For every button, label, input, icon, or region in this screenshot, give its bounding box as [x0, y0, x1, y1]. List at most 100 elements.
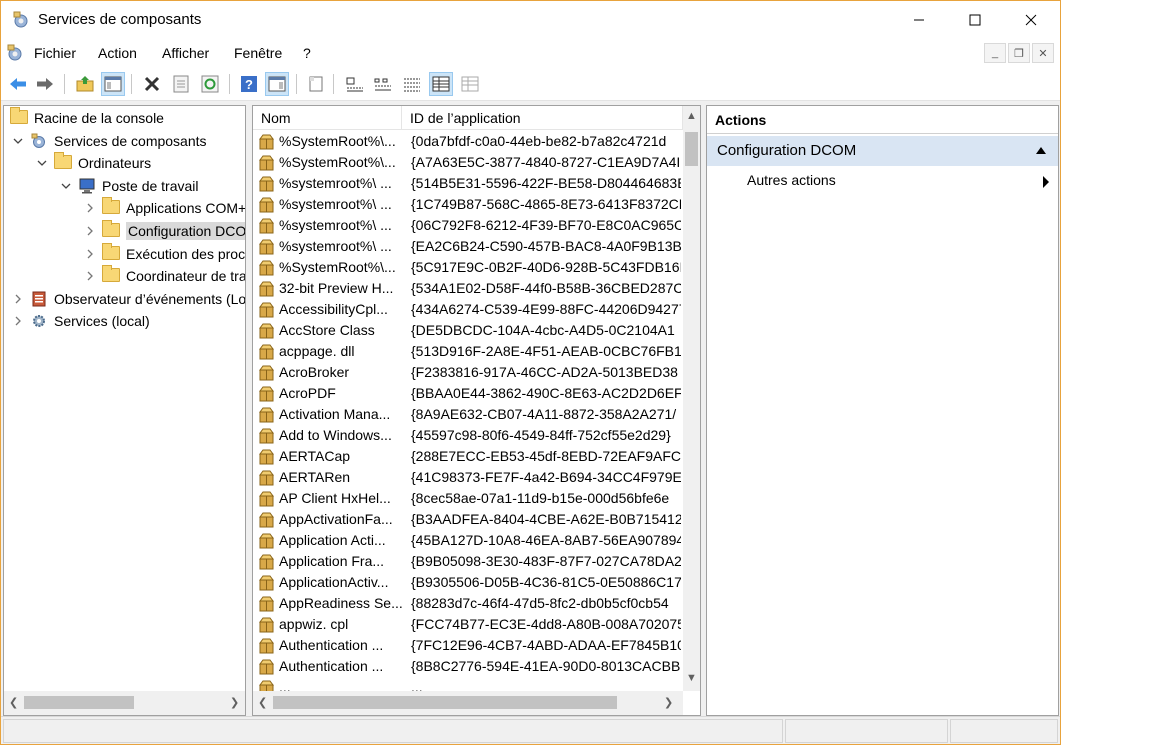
tree-item-dcom-config[interactable]: Configuration DCOM [84, 220, 245, 242]
menu-action[interactable]: Action [98, 45, 137, 61]
list-vertical-scrollbar[interactable]: ▲ ▼ [683, 106, 700, 691]
list-row[interactable]: Authentication ... {7FC12E96-4CB7-4ABD-AD… [253, 635, 681, 656]
small-icons-view-button[interactable] [371, 72, 395, 96]
row-app-id: {A7A63E5C-3877-4840-8727-C1EA9D7A4I [411, 154, 681, 170]
scroll-thumb[interactable] [24, 696, 134, 709]
scroll-right-icon[interactable]: ❯ [664, 696, 673, 709]
chevron-right-icon[interactable] [84, 270, 96, 282]
close-button[interactable] [1003, 1, 1059, 39]
scroll-left-icon[interactable]: ❮ [258, 696, 267, 709]
delete-button[interactable] [140, 72, 164, 96]
properties-button[interactable] [169, 72, 193, 96]
collapse-arrow-icon[interactable] [1036, 147, 1046, 154]
list-row[interactable]: %SystemRoot%\... {5C917E9C-0B2F-40D6-928B… [253, 257, 681, 278]
chevron-right-icon[interactable] [12, 293, 24, 305]
refresh-button[interactable] [198, 72, 222, 96]
scroll-up-icon[interactable]: ▲ [686, 110, 697, 122]
column-header-name[interactable]: Nom [253, 106, 402, 130]
menu-help[interactable]: ? [303, 45, 311, 61]
list-row[interactable]: AppActivationFa... {B3AADFEA-8404-4CBE-A6… [253, 509, 681, 530]
up-one-level-button[interactable] [73, 72, 97, 96]
row-app-id: {7FC12E96-4CB7-4ABD-ADAA-EF7845B10 [411, 637, 681, 653]
minimize-button[interactable] [891, 1, 947, 39]
chevron-right-icon[interactable] [84, 202, 96, 214]
list-row[interactable]: appwiz. cpl {FCC74B77-EC3E-4dd8-A80B-008A… [253, 614, 681, 635]
mdi-minimize-button[interactable]: _ [984, 43, 1006, 63]
tree-item-component-services[interactable]: Services de composants [12, 130, 207, 152]
tree-horizontal-scrollbar[interactable]: ❮ ❯ [4, 691, 245, 715]
maximize-button[interactable] [947, 1, 1003, 39]
list-row[interactable]: Authentication ... {8B8C2776-594E-41EA-90… [253, 656, 681, 677]
forward-button[interactable] [33, 72, 57, 96]
list-row[interactable]: AP Client HxHel... {8cec58ae-07a1-11d9-b1… [253, 488, 681, 509]
help-button[interactable]: ? [237, 72, 261, 96]
dcom-application-icon [258, 280, 275, 297]
list-row[interactable]: AccStore Class {DE5DBCDC-104A-4cbc-A4D5-0… [253, 320, 681, 341]
scroll-left-icon[interactable]: ❮ [9, 696, 18, 709]
column-header-app-id[interactable]: ID de l’application [402, 106, 683, 130]
list-row[interactable]: 32-bit Preview H... {534A1E02-D58F-44f0-B… [253, 278, 681, 299]
list-row[interactable]: %systemroot%\ ... {1C749B87-568C-4865-8E7… [253, 194, 681, 215]
tree-item-event-viewer[interactable]: Observateur d’événements (Local) [12, 288, 245, 310]
chevron-down-icon[interactable] [36, 157, 48, 169]
tree-item-my-computer[interactable]: Poste de travail [60, 175, 199, 197]
list-row[interactable]: %systemroot%\ ... {EA2C6B24-C590-457B-BAC… [253, 236, 681, 257]
mdi-restore-button[interactable]: ❐ [1008, 43, 1030, 63]
filter-button[interactable] [458, 72, 482, 96]
scroll-thumb[interactable] [685, 132, 698, 166]
list-row[interactable]: AppReadiness Se... {88283d7c-46f4-47d5-8f… [253, 593, 681, 614]
tree-item-dtc[interactable]: Coordinateur de transactions distribuées [84, 265, 245, 287]
list-row[interactable]: Application Acti... {45BA127D-10A8-46EA-8… [253, 530, 681, 551]
list-row[interactable]: %systemroot%\ ... {06C792F8-6212-4F39-BF7… [253, 215, 681, 236]
chevron-down-icon[interactable] [12, 135, 24, 147]
large-icons-view-button[interactable] [343, 72, 367, 96]
tree-item-com-applications[interactable]: Applications COM+ [84, 197, 245, 219]
back-button[interactable] [6, 72, 30, 96]
mdi-close-button[interactable]: ✕ [1032, 43, 1054, 63]
more-actions-item[interactable]: Autres actions [747, 172, 836, 188]
list-row[interactable]: Add to Windows... {45597c98-80f6-4549-84f… [253, 425, 681, 446]
chevron-right-icon[interactable] [84, 225, 96, 237]
list-row[interactable]: AcroPDF {BBAA0E44-3862-490C-8E63-AC2D2D6E… [253, 383, 681, 404]
list-row[interactable]: %SystemRoot%\... {A7A63E5C-3877-4840-8727… [253, 152, 681, 173]
chevron-down-icon[interactable] [60, 180, 72, 192]
tree-item-running-processes[interactable]: Exécution des processus distribués [84, 243, 246, 265]
list-row[interactable]: AERTACap {288E7ECC-EB53-45df-8EBD-72EAF9A… [253, 446, 681, 467]
mmc-document-icon[interactable] [5, 43, 25, 63]
export-list-button[interactable] [304, 72, 328, 96]
list-row[interactable]: acppage. dll {513D916F-2A8E-4F51-AEAB-0CB… [253, 341, 681, 362]
list-row[interactable]: Activation Mana... {8A9AE632-CB07-4A11-88… [253, 404, 681, 425]
list-row[interactable]: AERTARen {41C98373-FE7F-4a42-B694-34CC4F9… [253, 467, 681, 488]
show-hide-action-pane-button[interactable] [265, 72, 289, 96]
scroll-right-icon[interactable]: ❯ [230, 696, 239, 709]
list-row[interactable]: ApplicationActiv... {B9305506-D05B-4C36-8… [253, 572, 681, 593]
menu-fenetre[interactable]: Fenêtre [234, 45, 282, 61]
row-name: Add to Windows... [279, 427, 392, 443]
submenu-arrow-icon[interactable] [1043, 176, 1049, 188]
scroll-down-icon[interactable]: ▼ [686, 672, 697, 684]
folder-icon [10, 107, 28, 126]
tree-item-console-root[interactable]: Racine de la console [10, 107, 164, 129]
list-row[interactable]: Application Fra... {B9B05098-3E30-483F-87… [253, 551, 681, 572]
scroll-thumb[interactable] [273, 696, 617, 709]
tree-item-services-local[interactable]: Services (local) [12, 310, 150, 332]
list-horizontal-scrollbar[interactable]: ❮ ❯ [253, 691, 683, 715]
list-row[interactable]: AccessibilityCpl... {434A6274-C539-4E99-8… [253, 299, 681, 320]
tree-item-computers[interactable]: Ordinateurs [36, 152, 151, 174]
mdi-window-controls: _ ❐ ✕ [984, 43, 1054, 63]
menu-fichier[interactable]: Fichier [34, 45, 76, 61]
list-row[interactable]: AcroBroker {F2383816-917A-46CC-AD2A-5013B… [253, 362, 681, 383]
chevron-right-icon[interactable] [12, 315, 24, 327]
menu-afficher[interactable]: Afficher [162, 45, 209, 61]
list-view-button[interactable] [400, 72, 424, 96]
details-view-button[interactable] [429, 72, 453, 96]
chevron-right-icon[interactable] [84, 248, 96, 260]
show-hide-tree-button[interactable] [101, 72, 125, 96]
list-row[interactable]: %SystemRoot%\... {0da7bfdf-c0a0-44eb-be82… [253, 131, 681, 152]
tree-item-label: Exécution des processus distribués [126, 246, 246, 262]
list-row[interactable]: %systemroot%\ ... {514B5E31-5596-422F-BE5… [253, 173, 681, 194]
row-app-id: {B9B05098-3E30-483F-87F7-027CA78DA2 [411, 553, 681, 569]
actions-section-header[interactable]: Configuration DCOM [707, 136, 1058, 166]
list-row[interactable]: ...... [253, 677, 681, 691]
folder-icon [54, 152, 72, 171]
